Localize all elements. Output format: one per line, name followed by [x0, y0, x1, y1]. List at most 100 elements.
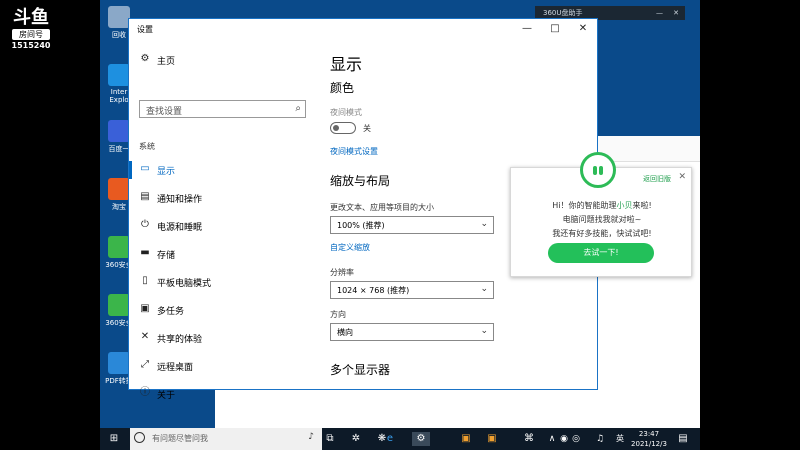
nav-item-label: 显示: [157, 167, 176, 177]
recycle-bin-icon: [108, 6, 130, 28]
ime-indicator[interactable]: 英: [614, 432, 626, 446]
scale-value: 100% (推荐): [337, 221, 385, 230]
taskbar-app-icon[interactable]: ▣: [484, 432, 500, 446]
360-security-icon: [108, 236, 130, 258]
scale-layout-heading: 缩放与布局: [330, 174, 391, 188]
minimize-icon[interactable]: —: [656, 6, 663, 20]
nav-item[interactable]: ⤢ 远程桌面: [129, 353, 319, 379]
greeting-line-2: 电脑问题找我就对啦~: [562, 215, 642, 224]
maximize-button[interactable]: □: [541, 19, 569, 39]
custom-scale-link[interactable]: 自定义缩放: [330, 242, 370, 253]
nav-item[interactable]: ⏻ 电源和睡眠: [129, 213, 319, 239]
nav-item[interactable]: ▯ 平板电脑模式: [129, 269, 319, 295]
orientation-dropdown[interactable]: 横向 ⌄: [330, 323, 494, 341]
windows-start-icon[interactable]: ⊞: [106, 432, 122, 446]
room-number: 1515240: [11, 41, 51, 50]
microphone-icon[interactable]: ♪: [308, 432, 314, 442]
page-title: 显示: [330, 55, 363, 74]
shared-experience-icon: ✕: [140, 331, 150, 342]
info-icon: ⓘ: [140, 387, 150, 398]
pdf-converter-icon: [108, 352, 130, 374]
network-icon[interactable]: ⌘: [522, 432, 536, 446]
task-view-icon[interactable]: ⧉: [322, 432, 338, 446]
nav-item[interactable]: ▣ 多任务: [129, 297, 319, 323]
night-mode-label: 夜间模式: [330, 108, 362, 117]
orientation-value: 横向: [337, 328, 353, 337]
chevron-up-icon[interactable]: ∧: [546, 432, 558, 446]
edge-icon[interactable]: e: [382, 432, 398, 446]
nav-item[interactable]: ▤ 通知和操作: [129, 185, 319, 211]
taskbar: ⊞ 有问题尽管问我 ♪ ⧉ ✲ ❋ e ⚙ ▣ ▣ ⌘ ∧ ◉ ◎ ♫ 英 23…: [100, 428, 700, 450]
gear-icon: ⚙: [140, 53, 150, 64]
greeting-line-3: 我还有好多技能，快试试吧!: [552, 229, 652, 238]
multitask-icon: ▣: [140, 303, 150, 314]
nav-home-label: 主页: [157, 57, 176, 67]
taskbar-app-icon[interactable]: ▣: [458, 432, 474, 446]
greeting-suffix: 来啦!: [632, 201, 652, 210]
nav-section-title: 系统: [139, 142, 155, 151]
scale-label: 更改文本、应用等项目的大小: [330, 203, 434, 212]
night-mode-state: 关: [363, 124, 371, 133]
clock-date: 2021/12/3: [631, 440, 667, 448]
baidu-icon: [108, 120, 130, 142]
nav-item-label: 通知和操作: [157, 195, 203, 205]
night-mode-settings-link[interactable]: 夜间模式设置: [330, 146, 378, 157]
multi-display-heading: 多个显示器: [330, 363, 391, 377]
scale-dropdown[interactable]: 100% (推荐) ⌄: [330, 216, 494, 234]
nav-item[interactable]: ✕ 共享的体验: [129, 325, 319, 351]
chevron-down-icon: ⌄: [480, 284, 488, 294]
clock[interactable]: 23:47 2021/12/3: [628, 429, 670, 449]
360-guard-icon: [108, 294, 130, 316]
resolution-dropdown[interactable]: 1024 × 768 (推荐) ⌄: [330, 281, 494, 299]
minimize-button[interactable]: —: [513, 19, 541, 39]
feedback-link[interactable]: 返回旧版: [643, 174, 671, 184]
nav-item-label: 存储: [157, 251, 176, 261]
nav-item-label: 远程桌面: [157, 363, 194, 373]
assistant-name: 小贝: [616, 201, 633, 210]
try-button[interactable]: 去试一下!: [548, 243, 654, 263]
nav-item[interactable]: ▬ 存储: [129, 241, 319, 267]
brand-sub: 房间号: [12, 29, 50, 40]
fan-app-icon[interactable]: ✲: [348, 432, 364, 446]
tray-app-icon[interactable]: ◎: [570, 432, 582, 446]
storage-icon: ▬: [140, 247, 150, 258]
nav-item-label: 平板电脑模式: [157, 279, 212, 289]
resolution-label: 分辨率: [330, 268, 354, 277]
orientation-label: 方向: [330, 310, 346, 319]
volume-icon[interactable]: ♫: [594, 432, 606, 446]
ie-icon: [108, 64, 130, 86]
night-mode-toggle[interactable]: [330, 122, 356, 134]
taskbar-search[interactable]: 有问题尽管问我 ♪: [130, 428, 322, 450]
remote-desktop-icon: ⤢: [141, 359, 149, 370]
search-icon: ⌕: [295, 103, 301, 114]
resolution-value: 1024 × 768 (推荐): [337, 286, 410, 295]
close-icon[interactable]: ✕: [678, 172, 686, 182]
notification-icon: ▤: [140, 191, 150, 202]
tray-app-icon[interactable]: ◉: [558, 432, 570, 446]
assistant-mascot-icon[interactable]: [580, 152, 616, 188]
taskbar-search-placeholder: 有问题尽管问我: [152, 434, 208, 443]
active-indicator: [129, 161, 132, 179]
power-icon: ⏻: [141, 219, 149, 230]
cortana-icon: [134, 432, 145, 443]
greeting-prefix: Hi！你的智能助理: [552, 201, 617, 210]
clock-time: 23:47: [638, 430, 660, 438]
nav-item-label: 关于: [157, 391, 176, 401]
tablet-icon: ▯: [142, 275, 148, 286]
action-center-icon[interactable]: ▤: [676, 432, 690, 446]
nav-item-label: 电源和睡眠: [157, 223, 203, 233]
taobao-icon: [108, 178, 130, 200]
nav-item[interactable]: ⓘ 关于: [129, 381, 319, 407]
color-heading: 颜色: [330, 81, 355, 95]
nav-item[interactable]: ▭ 显示: [129, 157, 319, 183]
close-button[interactable]: ✕: [569, 19, 597, 39]
chevron-down-icon: ⌄: [480, 326, 488, 336]
close-icon[interactable]: ✕: [673, 6, 679, 20]
search-placeholder: 查找设置: [146, 107, 183, 117]
settings-titlebar: 设置 — □ ✕: [129, 19, 597, 39]
settings-gear-icon[interactable]: ⚙: [412, 432, 430, 446]
search-input[interactable]: 查找设置 ⌕: [139, 100, 306, 118]
chevron-down-icon: ⌄: [480, 219, 488, 229]
brand-text: 斗鱼: [13, 7, 49, 28]
nav-home[interactable]: ⚙ 主页: [129, 47, 319, 73]
